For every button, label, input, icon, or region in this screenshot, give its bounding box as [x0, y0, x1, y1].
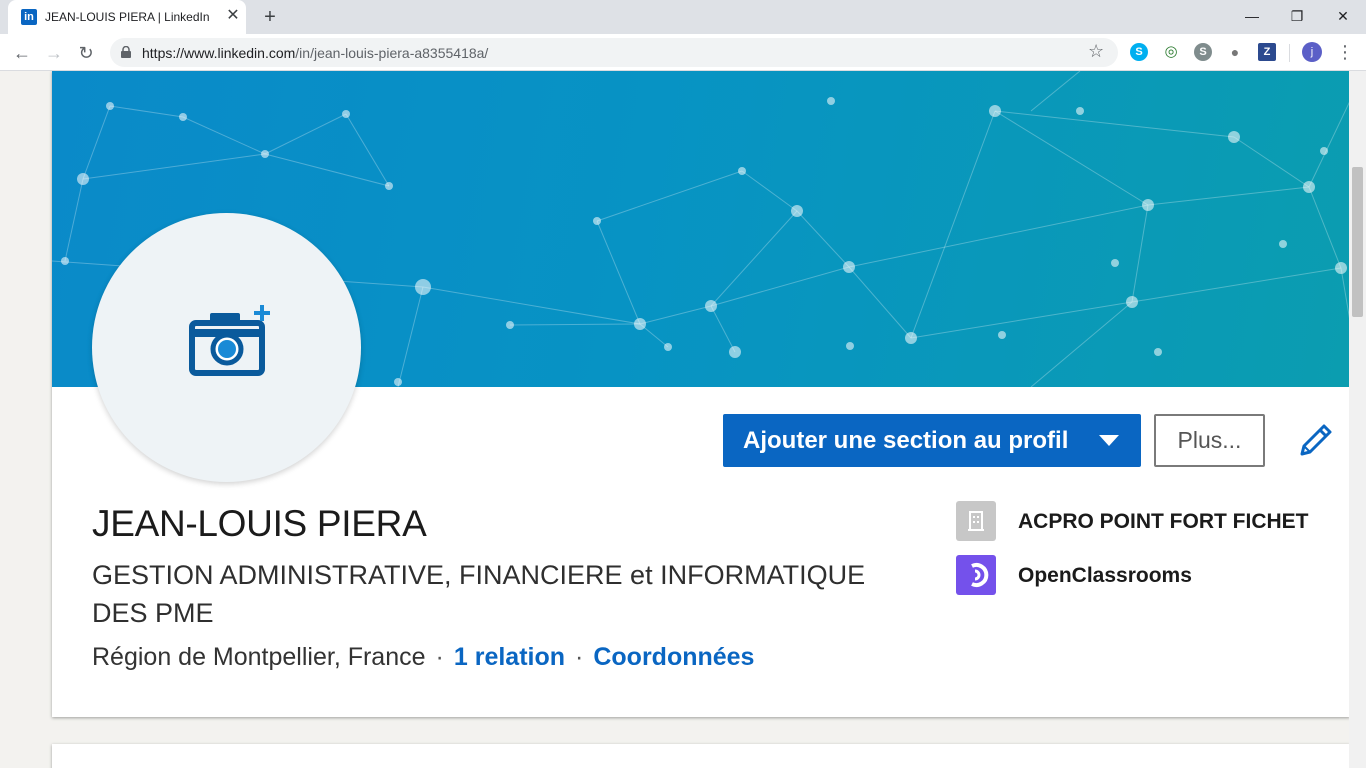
profile-avatar[interactable]: j	[1302, 42, 1322, 62]
close-window-icon[interactable]: ✕	[1323, 4, 1363, 28]
tab-title: JEAN-LOUIS PIERA | LinkedIn	[45, 10, 210, 24]
skype-grey-extension-icon[interactable]: S	[1194, 43, 1212, 61]
profile-location: Région de Montpellier, France	[92, 643, 426, 671]
browser-tab-linkedin[interactable]: in JEAN-LOUIS PIERA | LinkedIn ✕	[8, 0, 246, 34]
profile-name: JEAN-LOUIS PIERA	[92, 503, 427, 544]
lock-icon	[121, 46, 131, 58]
address-bar[interactable]: https://www.linkedin.com/in/jean-louis-p…	[110, 38, 1118, 67]
page-scrollbar[interactable]	[1349, 71, 1366, 768]
back-arrow-icon[interactable]: ←	[9, 40, 35, 66]
openclassrooms-logo-icon	[956, 555, 996, 595]
add-photo-camera-icon[interactable]	[188, 303, 272, 377]
green-extension-icon[interactable]: ◎	[1162, 43, 1180, 61]
reload-icon[interactable]: ↻	[73, 40, 99, 66]
restore-window-icon[interactable]: ❐	[1277, 4, 1317, 28]
profile-headline: GESTION ADMINISTRATIVE, FINANCIERE et IN…	[92, 560, 866, 628]
browser-tab-bar: in JEAN-LOUIS PIERA | LinkedIn ✕ + — ❐ ✕	[0, 0, 1366, 34]
edit-pencil-icon[interactable]	[1298, 422, 1334, 458]
linkedin-favicon-icon: in	[21, 9, 37, 25]
scrollbar-thumb[interactable]	[1352, 167, 1363, 317]
kebab-menu-icon[interactable]: ⋮	[1335, 40, 1355, 64]
add-profile-section-label: Ajouter une section au profil	[743, 427, 1069, 454]
profile-card: Ajouter une section au profil Plus... JE…	[52, 71, 1350, 717]
separator-dot: ·	[435, 643, 444, 671]
close-tab-icon[interactable]: ✕	[224, 7, 242, 25]
building-logo-icon	[956, 501, 996, 541]
page-viewport: Ajouter une section au profil Plus... JE…	[0, 71, 1366, 768]
add-profile-section-button[interactable]: Ajouter une section au profil	[723, 414, 1141, 467]
profile-meta-line: Région de Montpellier, France · 1 relation…	[92, 643, 754, 672]
browser-toolbar: ← → ↻ https://www.linkedin.com/in/jean-l…	[0, 34, 1366, 71]
more-button[interactable]: Plus...	[1154, 414, 1265, 467]
separator-dot: ·	[575, 643, 584, 671]
url-host: https://www.linkedin.com	[142, 45, 296, 61]
contact-info-link[interactable]: Coordonnées	[593, 643, 754, 671]
url-path: /in/jean-louis-piera-a8355418a/	[295, 45, 489, 61]
z-extension-icon[interactable]: Z	[1258, 43, 1276, 61]
next-section-card	[52, 744, 1350, 768]
bookmark-star-icon[interactable]: ☆	[1088, 41, 1104, 62]
url-text: https://www.linkedin.com/in/jean-louis-p…	[142, 45, 488, 61]
toolbar-separator	[1289, 44, 1290, 62]
company-name: OpenClassrooms	[1018, 564, 1192, 587]
caret-down-icon	[1099, 435, 1119, 446]
forward-arrow-icon[interactable]: →	[41, 40, 67, 66]
profile-photo-placeholder[interactable]	[92, 213, 361, 482]
grey-circle-extension-icon[interactable]: ●	[1226, 43, 1244, 61]
new-tab-plus-icon[interactable]: +	[258, 5, 282, 29]
skype-extension-icon[interactable]: S	[1130, 43, 1148, 61]
company-name: ACPRO POINT FORT FICHET	[1018, 510, 1309, 533]
connections-link[interactable]: 1 relation	[454, 643, 565, 671]
minimize-window-icon[interactable]: —	[1232, 4, 1272, 28]
